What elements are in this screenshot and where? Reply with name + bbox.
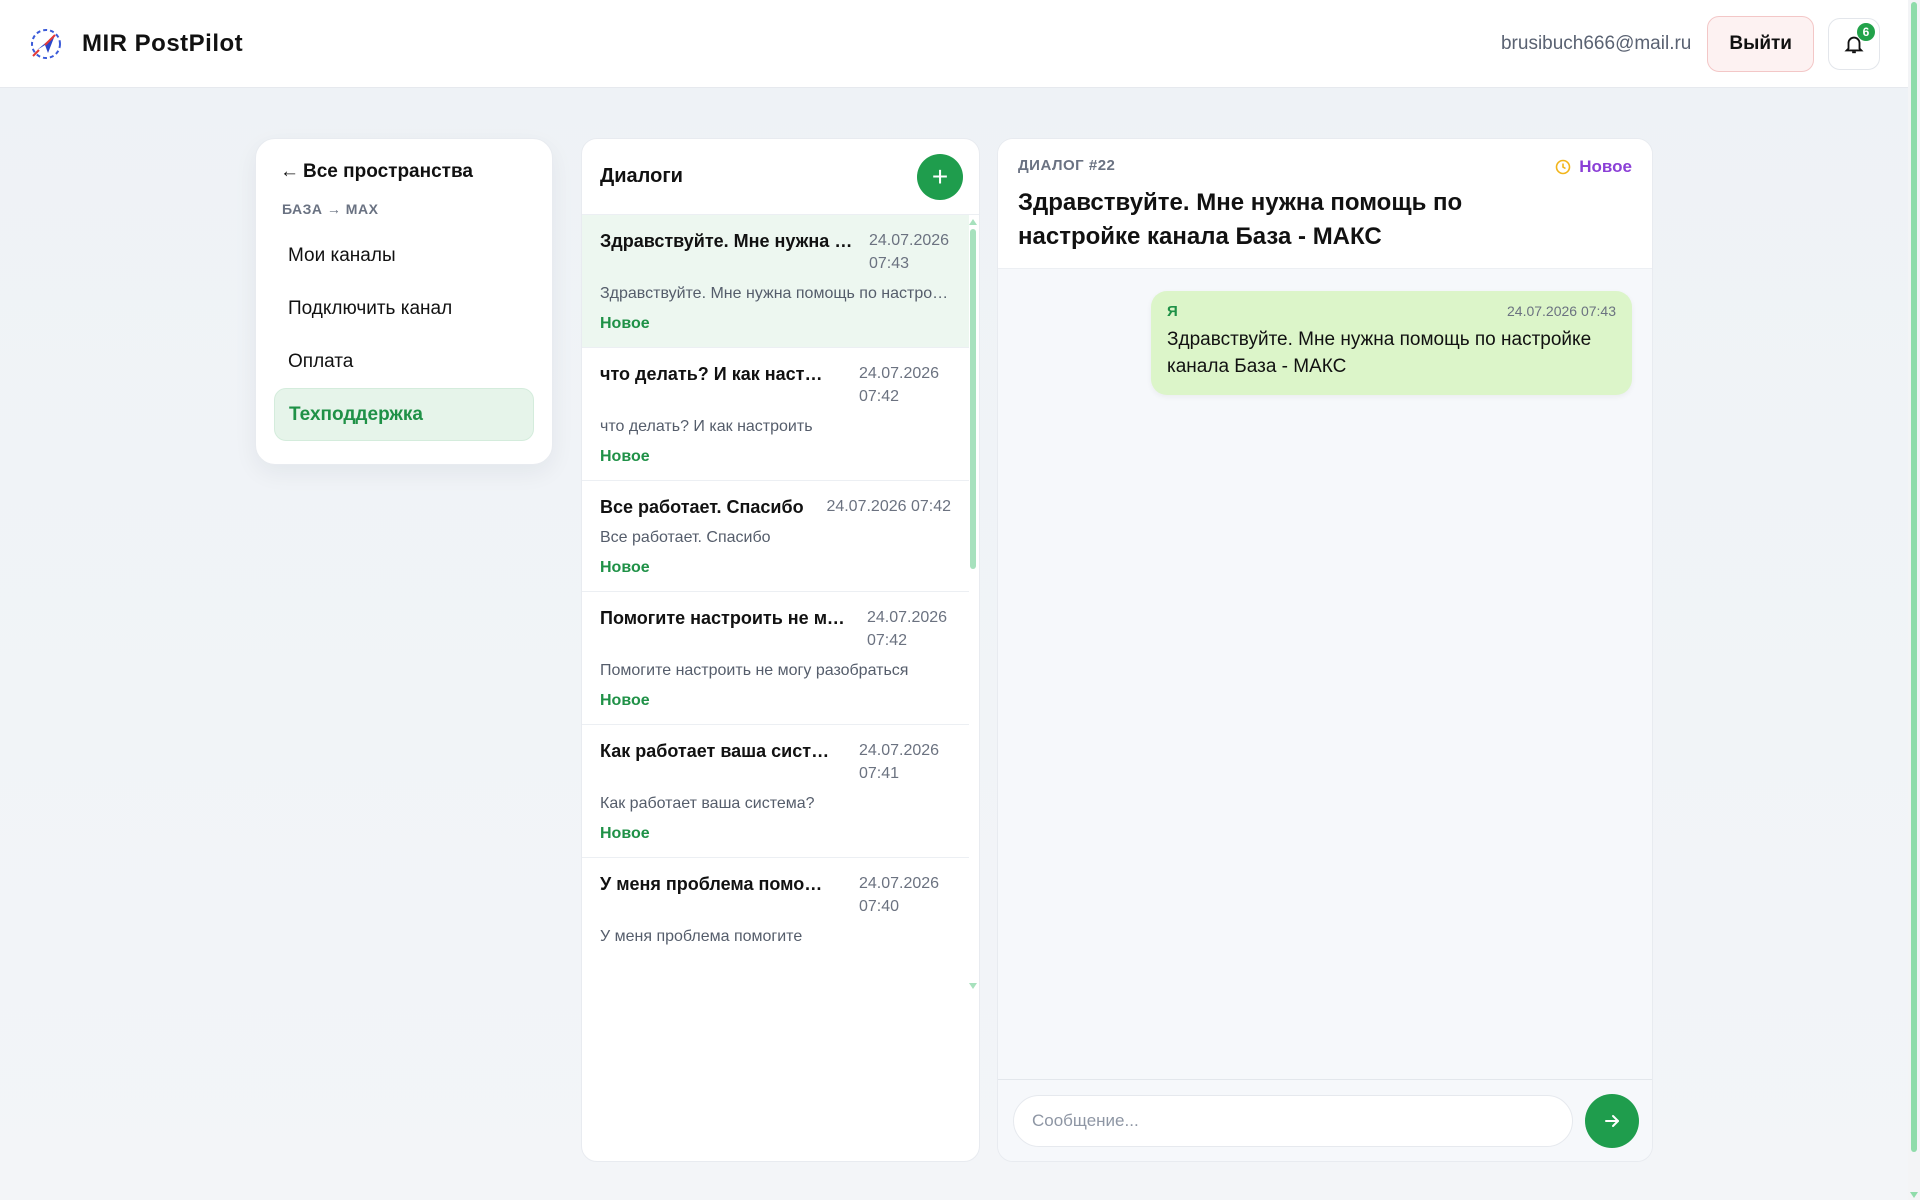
dialog-preview: Здравствуйте. Мне нужна помощь по настро… xyxy=(600,285,951,302)
dialog-date: 24.07.2026 07:43 xyxy=(869,232,950,272)
send-button[interactable] xyxy=(1585,1093,1639,1148)
scroll-down-arrow-icon[interactable] xyxy=(969,983,977,989)
scroll-up-arrow-icon[interactable] xyxy=(969,219,977,225)
chat-status-badge: Новое xyxy=(1555,157,1632,177)
dialog-status: Новое xyxy=(600,825,650,842)
dialog-date: 24.07.2026 07:40 xyxy=(859,875,940,915)
chat-panel: ДИАЛОГ #22 Здравствуйте. Мне нужна помощ… xyxy=(997,138,1653,1162)
page-scrollbar-thumb[interactable] xyxy=(1911,2,1917,1152)
nav-item-label: Техподдержка xyxy=(289,403,423,425)
messages-area: Я 24.07.2026 07:43 Здравствуйте. Мне нуж… xyxy=(998,269,1652,1081)
dialog-preview: Как работает ваша система? xyxy=(600,795,815,812)
dialogs-header: Диалоги + xyxy=(582,139,979,215)
nav-item-label: Подключить канал xyxy=(288,297,453,319)
dialog-title: Как работает ваша система? xyxy=(600,741,830,761)
new-dialog-button[interactable]: + xyxy=(917,153,963,200)
dialog-status: Новое xyxy=(600,692,650,709)
logout-button[interactable]: Выйти xyxy=(1707,15,1814,72)
dialog-preview: Все работает. Спасибо xyxy=(600,529,771,546)
dialog-date: 24.07.2026 07:42 xyxy=(859,365,940,405)
back-to-spaces-label: Все пространства xyxy=(303,161,473,182)
dialogs-list: Здравствуйте. Мне нужна помощь по настро… xyxy=(582,215,969,995)
chat-title: Здравствуйте. Мне нужна помощь по настро… xyxy=(1018,189,1463,250)
chat-header: ДИАЛОГ #22 Здравствуйте. Мне нужна помощ… xyxy=(998,139,1652,269)
dialog-item[interactable]: У меня проблема помогите 24.07.2026 07:4… xyxy=(582,858,969,960)
page-scrollbar[interactable] xyxy=(1908,0,1920,1200)
message-text: Здравствуйте. Мне нужна помощь по настро… xyxy=(1167,329,1592,377)
dialog-title: Все работает. Спасибо xyxy=(600,497,804,517)
nav-item-payment[interactable]: Оплата xyxy=(274,335,534,388)
dialog-item[interactable]: Здравствуйте. Мне нужна помощь по настро… xyxy=(582,215,969,348)
dialog-title: Здравствуйте. Мне нужна помощь по настро… xyxy=(600,231,858,251)
dialog-item[interactable]: что делать? И как настроить 24.07.2026 0… xyxy=(582,348,969,481)
nav-item-label: Оплата xyxy=(288,350,354,372)
message-author: Я xyxy=(1167,303,1178,320)
header-actions: brusibuch666@mail.ru Выйти 6 xyxy=(1500,15,1880,72)
brand-name: MIR PostPilot xyxy=(82,29,244,57)
dialog-title: что делать? И как настроить xyxy=(600,364,828,384)
dialogs-panel: Диалоги + Здравствуйте. Мне нужна помощь… xyxy=(581,138,980,1162)
chat-status-label: Новое xyxy=(1579,157,1632,176)
brand[interactable]: MIR PostPilot xyxy=(28,26,243,62)
arrow-right-icon xyxy=(1605,1114,1619,1127)
dialog-date: 24.07.2026 07:42 xyxy=(867,609,948,649)
message-time: 24.07.2026 07:43 xyxy=(1507,303,1616,319)
scroll-down-arrow-icon[interactable] xyxy=(1910,1192,1918,1198)
nav-item-support[interactable]: Техподдержка xyxy=(274,388,534,441)
nav-item-connect-channel[interactable]: Подключить канал xyxy=(274,282,534,335)
dialog-status: Новое xyxy=(600,448,650,465)
clock-icon xyxy=(1555,159,1571,175)
nav-item-my-channels[interactable]: Мои каналы xyxy=(274,229,534,282)
message-composer xyxy=(998,1079,1652,1161)
breadcrumb: БАЗА → MAX xyxy=(282,201,379,217)
dialog-preview: Помогите настроить не могу разобраться xyxy=(600,662,909,679)
dialog-title: Помогите настроить не могу разобраться xyxy=(600,608,855,628)
space-nav: ← Все пространства БАЗА → MAX Мои каналы… xyxy=(255,138,553,465)
dialog-item[interactable]: Все работает. Спасибо 24.07.2026 07:42 В… xyxy=(582,481,969,592)
nav-item-label: Мои каналы xyxy=(288,244,396,266)
dialog-number: ДИАЛОГ #22 xyxy=(1018,157,1116,174)
dialog-date: 24.07.2026 07:42 xyxy=(826,498,951,515)
arrow-left-icon: ← xyxy=(280,161,299,182)
notification-badge: 6 xyxy=(1857,22,1875,41)
notifications-button[interactable]: 6 xyxy=(1828,17,1880,70)
dialog-item[interactable]: Помогите настроить не могу разобраться 2… xyxy=(582,592,969,725)
plus-icon: + xyxy=(931,160,949,192)
compass-logo-icon xyxy=(31,28,61,59)
dialog-date: 24.07.2026 07:41 xyxy=(859,742,940,782)
dialog-status: Новое xyxy=(600,315,650,332)
dialogs-scrollbar-thumb[interactable] xyxy=(970,229,976,569)
dialogs-title: Диалоги xyxy=(600,165,683,187)
message-input[interactable] xyxy=(1013,1094,1573,1147)
message-bubble: Я 24.07.2026 07:43 Здравствуйте. Мне нуж… xyxy=(1151,291,1632,395)
top-header: MIR PostPilot brusibuch666@mail.ru Выйти… xyxy=(0,0,1908,88)
dialog-title: У меня проблема помогите xyxy=(600,874,824,894)
user-email: brusibuch666@mail.ru xyxy=(1500,32,1692,54)
dialog-item[interactable]: Как работает ваша система? 24.07.2026 07… xyxy=(582,725,969,858)
dialogs-scrollbar[interactable] xyxy=(969,219,977,989)
dialog-preview: У меня проблема помогите xyxy=(600,928,803,945)
back-to-spaces-link[interactable]: ← Все пространства xyxy=(280,161,534,183)
dialog-status: Новое xyxy=(600,559,650,576)
dialog-preview: что делать? И как настроить xyxy=(600,418,813,435)
